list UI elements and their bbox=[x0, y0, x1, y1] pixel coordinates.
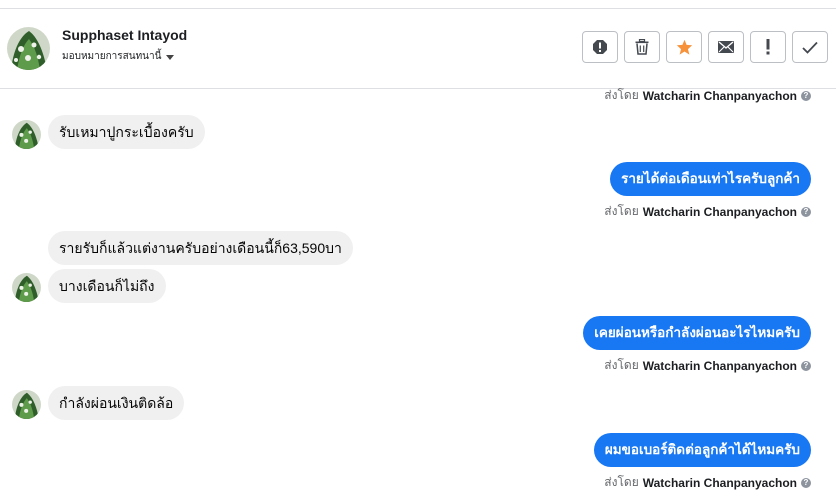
question-icon[interactable]: ? bbox=[801, 360, 811, 371]
exclamation-icon bbox=[766, 39, 770, 55]
caret-down-icon bbox=[166, 54, 175, 60]
assign-conversation-dropdown[interactable]: มอบหมายการสนทนานี้ bbox=[62, 49, 175, 64]
follow-up-button[interactable] bbox=[750, 31, 786, 63]
question-icon[interactable]: ? bbox=[801, 477, 811, 488]
contact-avatar[interactable] bbox=[7, 27, 50, 70]
incoming-message[interactable]: กำลังผ่อนเงินติดล้อ bbox=[48, 386, 185, 420]
mark-done-button[interactable] bbox=[792, 31, 828, 63]
sent-by-label: ส่งโดย Watcharin Chanpanyachon? bbox=[604, 202, 811, 221]
sent-by-label: ส่งโดย Watcharin Chanpanyachon? bbox=[604, 86, 811, 105]
incoming-message[interactable]: รายรับก็แล้วแต่งานครับอย่างเดือนนี้ก็63,… bbox=[48, 231, 353, 265]
conversation-toolbar bbox=[582, 31, 828, 63]
question-icon[interactable]: ? bbox=[801, 90, 811, 101]
outgoing-message[interactable]: เคยผ่อนหรือกำลังผ่อนอะไรไหมครับ bbox=[583, 316, 811, 350]
question-icon[interactable]: ? bbox=[801, 206, 811, 217]
report-spam-button[interactable] bbox=[582, 31, 618, 63]
message-avatar[interactable] bbox=[12, 390, 41, 419]
message-avatar[interactable] bbox=[12, 273, 41, 302]
assign-label: มอบหมายการสนทนานี้ bbox=[62, 51, 162, 62]
sent-by-label: ส่งโดย Watcharin Chanpanyachon? bbox=[604, 473, 811, 492]
contact-name[interactable]: Supphaset Intayod bbox=[62, 27, 187, 43]
conversation-header: Supphaset Intayod มอบหมายการสนทนานี้ bbox=[0, 9, 836, 89]
outgoing-message[interactable]: ผมขอเบอร์ติดต่อลูกค้าได้ไหมครับ bbox=[593, 433, 811, 467]
star-button[interactable] bbox=[666, 31, 702, 63]
trash-icon bbox=[635, 39, 649, 55]
outgoing-message[interactable]: รายได้ต่อเดือนเท่าไรครับลูกค้า bbox=[610, 162, 811, 196]
delete-button[interactable] bbox=[624, 31, 660, 63]
message-avatar[interactable] bbox=[12, 120, 41, 149]
checkmark-icon bbox=[802, 41, 818, 54]
incoming-message[interactable]: รับเหมาปูกระเบื้องครับ bbox=[48, 115, 205, 149]
envelope-icon bbox=[718, 41, 734, 53]
sent-by-label: ส่งโดย Watcharin Chanpanyachon? bbox=[604, 356, 811, 375]
incoming-message[interactable]: บางเดือนก็ไม่ถึง bbox=[48, 269, 166, 303]
alert-octagon-icon bbox=[593, 40, 607, 54]
star-icon bbox=[676, 39, 692, 55]
mark-unread-button[interactable] bbox=[708, 31, 744, 63]
